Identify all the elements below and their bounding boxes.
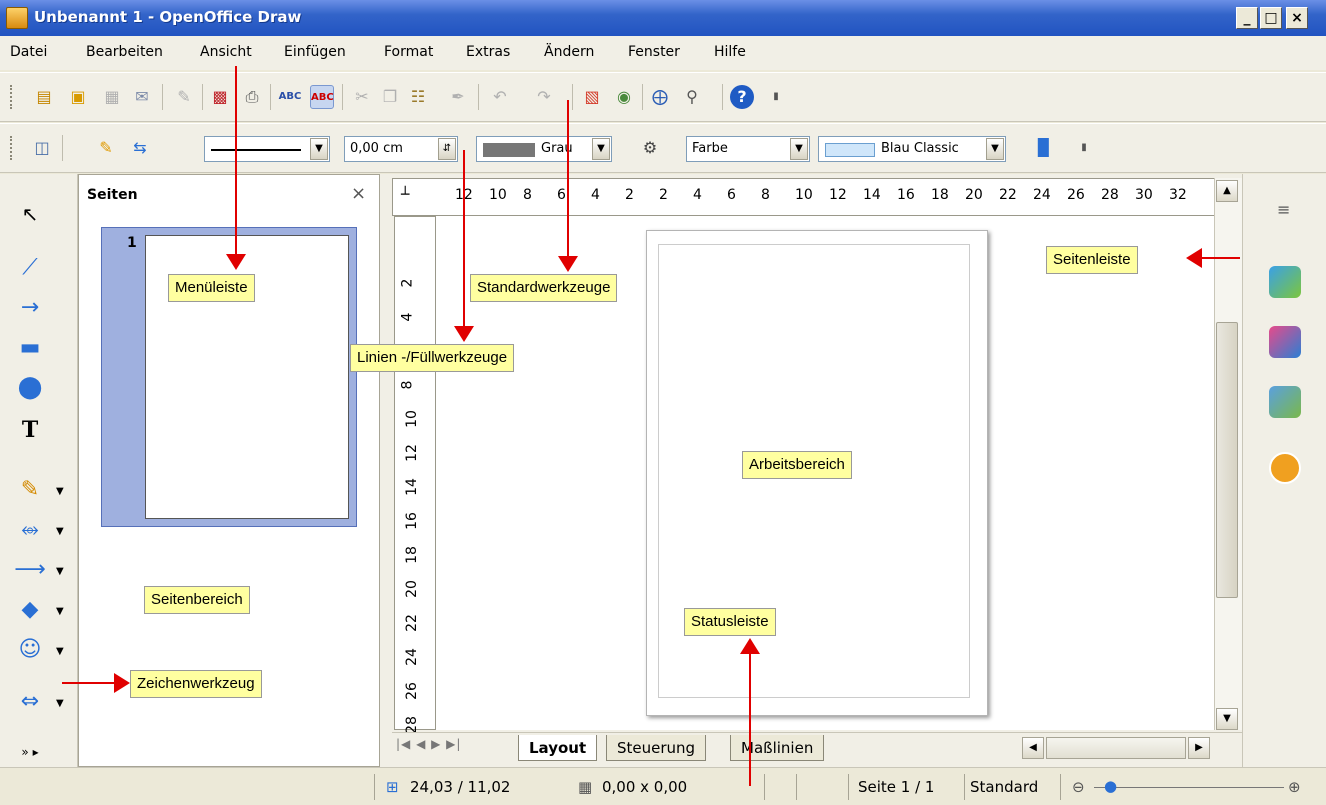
callout-sidebar: Seitenleiste (1046, 246, 1138, 274)
callout-drawtools: Zeichenwerkzeug (130, 670, 262, 698)
callout-linefill: Linien -/Füllwerkzeuge (350, 344, 515, 372)
callout-menu: Menüleiste (168, 274, 255, 302)
callout-statusbar: Statusleiste (684, 608, 776, 636)
callout-standard: Standardwerkzeuge (470, 274, 618, 302)
callout-pagearea: Seitenbereich (144, 586, 250, 614)
callout-workarea: Arbeitsbereich (742, 451, 852, 479)
